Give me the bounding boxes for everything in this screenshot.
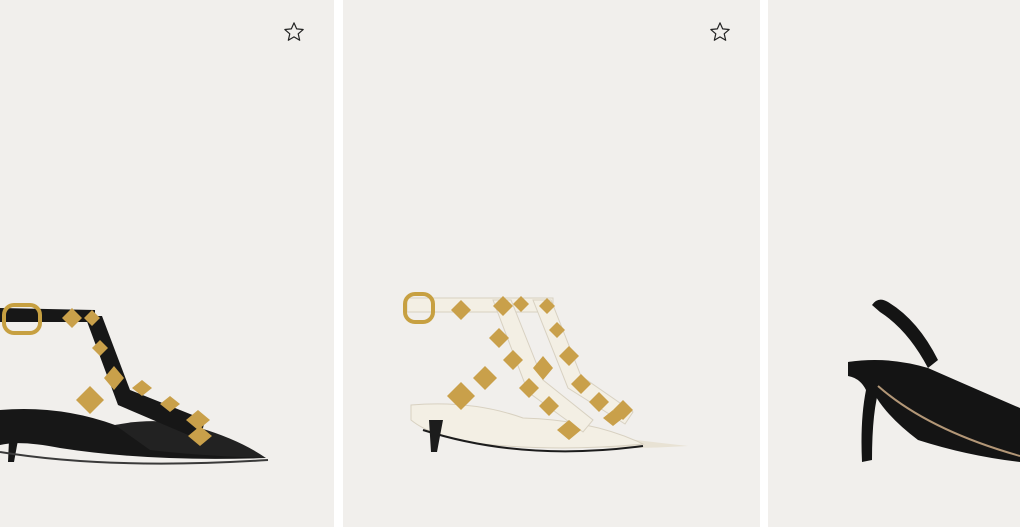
product-card[interactable]: [0, 0, 334, 527]
black-slingback-shoe-image[interactable]: [768, 0, 1020, 527]
product-card[interactable]: [768, 0, 1020, 527]
star-outline-icon: [284, 22, 304, 41]
product-carousel: [0, 0, 1020, 527]
wishlist-button[interactable]: [282, 20, 306, 44]
wishlist-button[interactable]: [708, 20, 732, 44]
ivory-rockstud-shoe-image[interactable]: [343, 0, 760, 527]
black-slingback-pump-icon: [848, 299, 1020, 462]
product-card[interactable]: [343, 0, 760, 527]
black-rockstud-shoe-image[interactable]: [0, 0, 334, 527]
black-rockstud-kitten-heel-pump-icon: [0, 303, 269, 465]
ivory-rockstud-kitten-heel-pump-icon: [403, 292, 688, 453]
star-outline-icon: [710, 22, 730, 41]
